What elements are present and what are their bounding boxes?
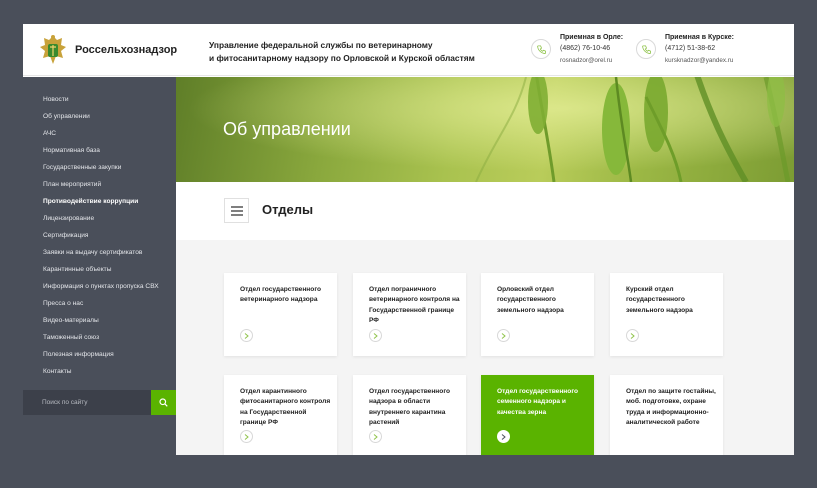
department-card[interactable]: Орловский отдел государственного земельн… [481, 273, 594, 356]
sidebar: Новости Об управлении АЧС Нормативная ба… [23, 77, 176, 455]
phone-icon [531, 39, 551, 59]
card-title: Отдел государственного семенного надзора… [497, 388, 579, 416]
sidebar-item-certification[interactable]: Сертификация [43, 229, 159, 246]
search-icon [159, 398, 168, 407]
org-title-line: и фитосанитарному надзору по Орловской и… [209, 52, 475, 63]
section-header: Отделы [176, 182, 794, 240]
department-card[interactable]: Отдел пограничного ветеринарного контрол… [353, 273, 466, 356]
card-title: Отдел государственного надзора в области… [369, 388, 451, 427]
contact-title: Приемная в Курске: [665, 34, 734, 41]
card-title: Курский отдел государственного земельног… [626, 286, 693, 314]
contact-email[interactable]: rosnadzor@orel.ru [560, 57, 612, 64]
org-title-line: Управление федеральной службы по ветерин… [209, 40, 433, 50]
department-card[interactable]: Курский отдел государственного земельног… [610, 273, 723, 356]
department-card[interactable]: Отдел карантинного фитосанитарного контр… [224, 375, 337, 455]
sidebar-item-procurement[interactable]: Государственные закупки [43, 161, 159, 178]
sidebar-item-checkpoints[interactable]: Информация о пунктах пропуска СВХ [43, 280, 159, 297]
sidebar-item-licensing[interactable]: Лицензирование [43, 212, 159, 229]
sidebar-item-useful-info[interactable]: Полезная информация [43, 348, 159, 365]
contact-title: Приемная в Орле: [560, 34, 624, 41]
department-card[interactable]: Отдел государственного ветеринарного над… [224, 273, 337, 356]
chevron-right-icon[interactable] [369, 430, 382, 443]
page-title: Об управлении [223, 119, 351, 139]
sidebar-item-contacts[interactable]: Контакты [43, 365, 159, 382]
sidebar-item-asf[interactable]: АЧС [43, 127, 159, 144]
contact-phone[interactable]: (4712) 51-38-62 [665, 45, 715, 52]
sidebar-nav: Новости Об управлении АЧС Нормативная ба… [43, 93, 159, 382]
chevron-right-icon[interactable] [240, 329, 253, 342]
search-bar [23, 390, 176, 415]
sidebar-item-anticorruption[interactable]: Противодействие коррупции [43, 195, 159, 212]
card-title: Отдел по защите гостайны, моб. подготовк… [626, 388, 716, 427]
sidebar-item-regulations[interactable]: Нормативная база [43, 144, 159, 161]
contact-email[interactable]: kursknadzor@yandex.ru [665, 57, 733, 64]
main-content: Отделы Отдел государственного ветеринарн… [176, 182, 794, 455]
sidebar-item-customs-union[interactable]: Таможенный союз [43, 331, 159, 348]
hamburger-icon [230, 205, 243, 216]
sidebar-item-quarantine-objects[interactable]: Карантинные объекты [43, 263, 159, 280]
chevron-right-icon[interactable] [497, 329, 510, 342]
chevron-right-icon[interactable] [240, 430, 253, 443]
emblem-icon[interactable] [38, 33, 68, 67]
sidebar-item-plan[interactable]: План мероприятий [43, 178, 159, 195]
org-title: Управление федеральной службы по ветерин… [209, 39, 475, 64]
card-title: Отдел государственного ветеринарного над… [240, 286, 322, 304]
sidebar-item-about[interactable]: Об управлении [43, 110, 159, 127]
browser-page: Россельхознадзор Управление федеральной … [23, 24, 794, 455]
phone-icon [636, 39, 656, 59]
chevron-right-icon[interactable] [497, 430, 510, 443]
card-title: Отдел пограничного ветеринарного контрол… [369, 286, 460, 325]
department-card[interactable]: Отдел по защите гостайны, моб. подготовк… [610, 375, 723, 455]
site-header: Россельхознадзор Управление федеральной … [23, 24, 794, 76]
card-title: Отдел карантинного фитосанитарного контр… [240, 388, 331, 427]
site-name[interactable]: Россельхознадзор [75, 44, 177, 56]
contact-phone[interactable]: (4862) 76-10-46 [560, 45, 610, 52]
card-title: Орловский отдел государственного земельн… [497, 286, 564, 314]
sidebar-item-video[interactable]: Видео-материалы [43, 314, 159, 331]
department-card[interactable]: Отдел государственного надзора в области… [353, 375, 466, 455]
section-title: Отделы [262, 202, 314, 217]
sidebar-item-news[interactable]: Новости [43, 93, 159, 110]
hero-banner: Об управлении [176, 77, 794, 182]
menu-button[interactable] [224, 198, 249, 223]
search-input[interactable] [23, 390, 151, 415]
chevron-right-icon[interactable] [626, 329, 639, 342]
sidebar-item-press[interactable]: Пресса о нас [43, 297, 159, 314]
department-card-active[interactable]: Отдел государственного семенного надзора… [481, 375, 594, 455]
search-button[interactable] [151, 390, 176, 415]
sidebar-item-certificate-requests[interactable]: Заявки на выдачу сертификатов [43, 246, 159, 263]
chevron-right-icon[interactable] [369, 329, 382, 342]
